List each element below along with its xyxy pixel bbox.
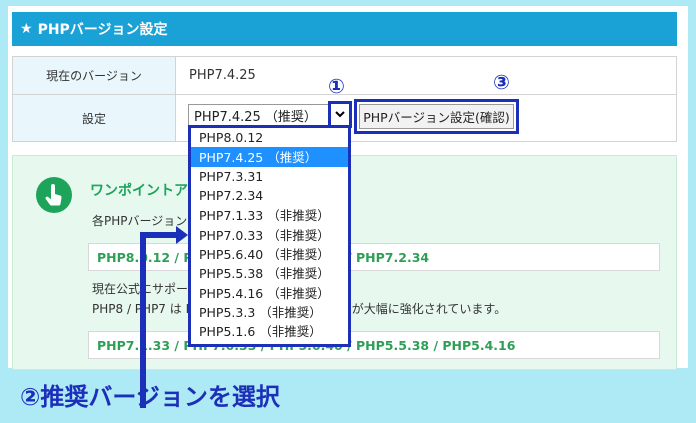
version-option[interactable]: PHP7.0.33 （非推奨） (191, 224, 348, 243)
arrow-right-icon (176, 226, 188, 244)
marker-one: ① (328, 74, 345, 98)
version-option[interactable]: PHP5.1.6 （非推奨） (191, 321, 348, 340)
version-option[interactable]: PHP5.4.16 （非推奨） (191, 282, 348, 301)
version-option[interactable]: PHP7.1.33 （非推奨） (191, 205, 348, 224)
instruction-caption: ②推奨バージョンを選択 (20, 383, 280, 411)
version-dropdown-list: PHP8.0.12 PHP7.4.25 （推奨） PHP7.3.31 PHP7.… (188, 125, 351, 347)
star-icon: ★ (20, 21, 33, 37)
version-option[interactable]: PHP5.5.38 （非推奨） (191, 263, 348, 282)
current-version-value: PHP7.4.25 (189, 68, 256, 83)
advice-title: ワンポイントア (90, 183, 188, 199)
callout-arrow-arm (140, 232, 180, 238)
version-option-selected[interactable]: PHP7.4.25 （推奨） (191, 147, 348, 167)
selected-version: PHP7.4.25 （推奨） (194, 109, 317, 125)
version-option[interactable]: PHP5.3.3 （非推奨） (191, 302, 348, 321)
tap-hand-icon (36, 177, 72, 213)
section-header: ★ PHPバージョン設定 (12, 12, 677, 46)
chevron-down-icon (335, 111, 345, 118)
version-option[interactable]: PHP8.0.12 (191, 128, 348, 147)
supported-versions-bar: PHP8.0.12 / PHP7.4.25 / PHP7.3.31 / PHP7… (88, 243, 660, 271)
php-version-select[interactable]: PHP7.4.25 （推奨） (188, 104, 350, 126)
section-title: PHPバージョン設定 (37, 22, 168, 38)
setting-label: 設定 (13, 95, 176, 141)
advice-text-1: 各PHPバージョン (92, 214, 188, 228)
marker-three: ③ (493, 70, 510, 94)
version-option[interactable]: PHP7.3.31 (191, 167, 348, 186)
version-option[interactable]: PHP7.2.34 (191, 186, 348, 205)
version-option[interactable]: PHP5.6.40 （非推奨） (191, 244, 348, 263)
submit-button-highlight: PHPバージョン設定(確認) (354, 99, 519, 134)
current-version-label: 現在のバージョン (13, 57, 176, 94)
dropdown-toggle[interactable] (328, 101, 352, 128)
php-version-submit-button[interactable]: PHPバージョン設定(確認) (359, 104, 514, 129)
deprecated-versions-bar: PHP7.1.33 / PHP7.0.33 / PHP5.6.40 / PHP5… (88, 331, 660, 359)
